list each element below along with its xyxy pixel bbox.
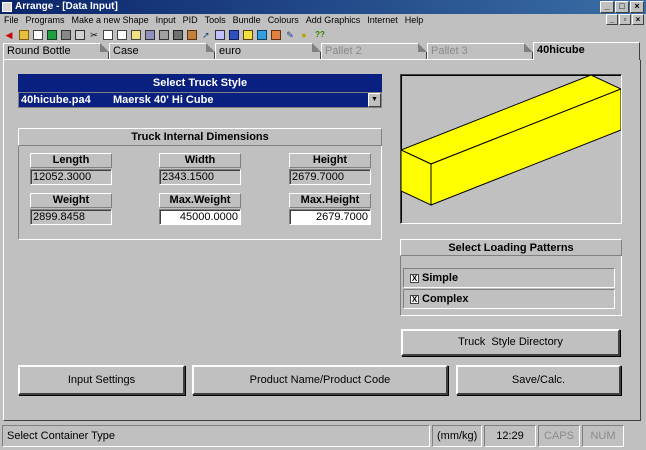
window-controls: _ □ × <box>600 1 644 13</box>
width-value: 2343.1500 <box>159 169 241 185</box>
menu-pid[interactable]: PID <box>179 14 201 27</box>
copy-icon[interactable] <box>103 29 113 40</box>
application-window: Arrange - [Data Input] _ □ × File Progra… <box>0 0 646 450</box>
mdi-window-controls: _ ▫ × <box>606 14 644 25</box>
image-icon[interactable] <box>159 29 169 40</box>
height-value: 2679.7000 <box>289 169 371 185</box>
status-units: (mm/kg) <box>432 425 482 447</box>
status-message: Select Container Type <box>2 425 430 447</box>
chart-icon[interactable] <box>215 29 225 40</box>
complex-label: Complex <box>422 293 469 305</box>
minimize-button[interactable]: _ <box>600 1 614 13</box>
menu-internet[interactable]: Internet <box>363 14 401 27</box>
bulb-icon[interactable]: ● <box>299 30 309 40</box>
mdi-restore-button[interactable]: ▫ <box>619 14 631 25</box>
length-label: Length <box>30 153 112 168</box>
truck-style-file: 40hicube.pa4 <box>21 94 91 106</box>
simple-checkbox[interactable]: X <box>410 274 419 283</box>
layers-icon[interactable] <box>145 29 155 40</box>
complex-checkbox-row[interactable]: X Complex <box>403 289 615 309</box>
menu-file[interactable]: File <box>0 14 22 27</box>
close-button[interactable]: × <box>630 1 644 13</box>
product-name-button[interactable]: Product Name/Product Code <box>192 365 448 395</box>
tab-bar: Round Bottle Case euro Pallet 2 Pallet 3… <box>0 42 646 60</box>
cube-icon[interactable] <box>257 29 267 40</box>
maximize-button[interactable]: □ <box>615 1 629 13</box>
input-settings-button[interactable]: Input Settings <box>18 365 185 395</box>
status-caps: CAPS <box>538 425 580 447</box>
window-title: Arrange - [Data Input] <box>15 1 118 12</box>
print-icon[interactable] <box>61 29 71 40</box>
menu-programs[interactable]: Programs <box>22 14 68 27</box>
title-bar: Arrange - [Data Input] _ □ × <box>0 0 646 14</box>
max-height-label: Max.Height <box>289 193 371 208</box>
complex-checkbox[interactable]: X <box>410 295 419 304</box>
height-label: Height <box>289 153 371 168</box>
clipboard-icon[interactable] <box>131 29 141 40</box>
menu-input[interactable]: Input <box>152 14 179 27</box>
pen-icon[interactable]: ✎ <box>285 30 295 40</box>
select-truck-style-header: Select Truck Style <box>18 74 382 92</box>
toolbar: ◀ ✂ ➚ ✎ ● ?? <box>0 27 646 42</box>
max-weight-input[interactable]: 45000.0000 <box>159 209 241 225</box>
status-time: 12:29 <box>484 425 536 447</box>
menu-bar: File Programs Make a new Shape Input PID… <box>0 14 646 27</box>
box-icon[interactable] <box>243 29 253 40</box>
tab-40hicube[interactable]: 40hicube <box>533 42 640 60</box>
truck-style-name: Maersk 40' Hi Cube <box>113 94 214 106</box>
truck-style-select[interactable]: 40hicube.pa4 Maersk 40' Hi Cube ▼ <box>18 92 382 108</box>
menu-help[interactable]: Help <box>401 14 427 27</box>
max-height-input[interactable]: 2679.7000 <box>289 209 371 225</box>
truck-style-directory-button[interactable]: Truck Style Directory <box>401 329 620 356</box>
document-icon[interactable] <box>33 29 43 40</box>
container-3d-drawing <box>399 74 623 206</box>
menu-add-graphics[interactable]: Add Graphics <box>302 14 364 27</box>
paste-icon[interactable] <box>117 29 127 40</box>
tab-round-bottle[interactable]: Round Bottle <box>3 43 109 59</box>
menu-colours[interactable]: Colours <box>264 14 302 27</box>
pointer-icon[interactable]: ➚ <box>201 30 211 40</box>
back-icon[interactable]: ◀ <box>3 30 15 40</box>
tab-pallet-3: Pallet 3 <box>427 43 533 59</box>
save-calc-button[interactable]: Save/Calc. <box>456 365 621 395</box>
save-icon[interactable] <box>47 29 57 40</box>
tab-case[interactable]: Case <box>109 43 215 59</box>
folder-open-icon[interactable] <box>19 29 29 40</box>
length-value: 12052.3000 <box>30 169 112 185</box>
pallet-icon[interactable] <box>187 29 197 40</box>
truck-icon[interactable] <box>229 29 239 40</box>
width-label: Width <box>159 153 241 168</box>
preview-icon[interactable] <box>75 29 85 40</box>
max-weight-label: Max.Weight <box>159 193 241 208</box>
mdi-close-button[interactable]: × <box>632 14 644 25</box>
status-bar: Select Container Type (mm/kg) 12:29 CAPS… <box>0 425 646 447</box>
tab-euro[interactable]: euro <box>215 43 321 59</box>
camera-icon[interactable] <box>173 29 183 40</box>
dimensions-header: Truck Internal Dimensions <box>18 128 382 146</box>
mdi-minimize-button[interactable]: _ <box>606 14 618 25</box>
dropdown-arrow-icon[interactable]: ▼ <box>368 93 381 107</box>
loading-patterns-header: Select Loading Patterns <box>400 239 622 256</box>
shapes-icon[interactable] <box>271 29 281 40</box>
simple-label: Simple <box>422 272 459 284</box>
simple-checkbox-row[interactable]: X Simple <box>403 268 615 288</box>
tab-pallet-2: Pallet 2 <box>321 43 427 59</box>
menu-bundle[interactable]: Bundle <box>229 14 264 27</box>
weight-value: 2899.8458 <box>30 209 112 225</box>
status-num: NUM <box>582 425 624 447</box>
menu-tools[interactable]: Tools <box>201 14 229 27</box>
help-icon[interactable]: ?? <box>313 30 327 40</box>
weight-label: Weight <box>30 193 112 208</box>
app-icon[interactable] <box>2 2 12 12</box>
menu-make-new-shape[interactable]: Make a new Shape <box>68 14 152 27</box>
scissors-icon[interactable]: ✂ <box>89 30 99 40</box>
container-preview <box>399 74 623 224</box>
